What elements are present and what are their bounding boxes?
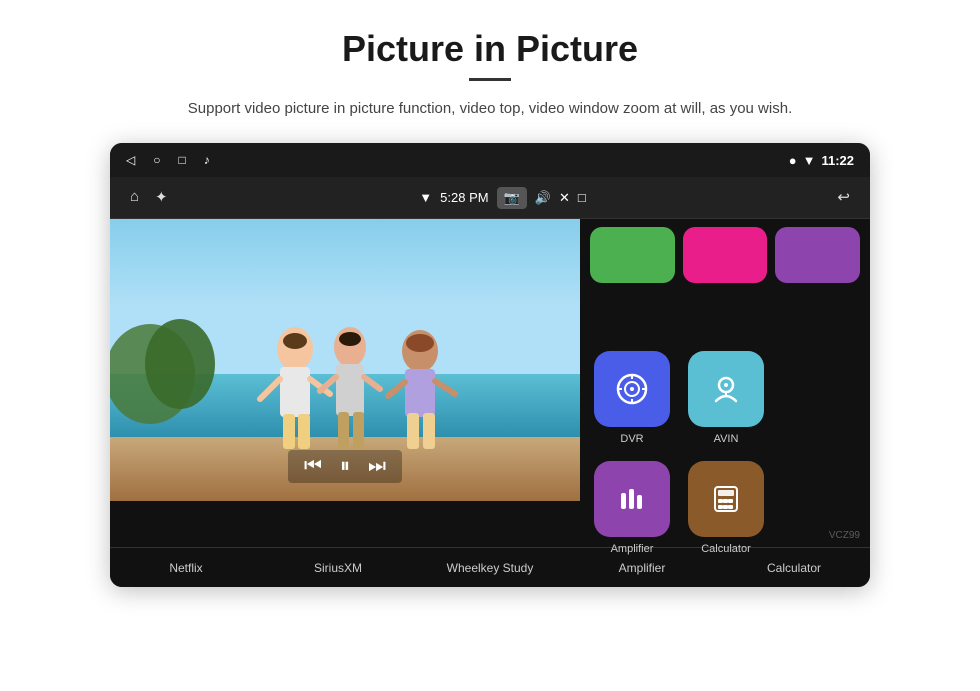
- nav-left: ⌂ ✦: [130, 188, 168, 207]
- nav-center: ▼ 5:28 PM 📷 🔊 ✕ □: [419, 187, 585, 209]
- close-nav-icon[interactable]: ✕: [559, 190, 570, 206]
- amplifier-icon-svg: [614, 481, 650, 517]
- avin-icon-svg: [708, 371, 744, 407]
- dvr-icon-svg: [614, 371, 650, 407]
- top-apps-row: [590, 227, 860, 283]
- pip-pause-btn[interactable]: ⏸: [340, 455, 350, 478]
- recents-icon[interactable]: □: [178, 153, 185, 167]
- nav-right: ↩: [837, 188, 850, 207]
- calculator-icon-box: [688, 461, 764, 537]
- app-icons-row-2: Amplifier: [590, 461, 860, 555]
- pip-next-btn[interactable]: ⏭: [368, 455, 386, 478]
- avin-icon-box: [688, 351, 764, 427]
- bottom-label-wheelkey: Wheelkey Study: [414, 561, 566, 575]
- wifi-nav-icon: ▼: [419, 190, 432, 205]
- app-icons-row: DVR AVIN: [590, 351, 860, 445]
- bottom-label-netflix: Netflix: [110, 561, 262, 575]
- app-amplifier[interactable]: Amplifier: [590, 461, 674, 555]
- back-icon[interactable]: ◁: [126, 153, 135, 167]
- title-divider: [469, 78, 511, 81]
- page-title: Picture in Picture: [342, 28, 638, 70]
- watermark: VCZ99: [829, 530, 860, 541]
- statusbar-left: ◁ ○ □ ♪: [126, 153, 210, 167]
- dvr-icon-box: [594, 351, 670, 427]
- statusbar-right: ● ▼ 11:22: [789, 153, 854, 168]
- calculator-icon-svg: [708, 481, 744, 517]
- amplifier-icon-box: [594, 461, 670, 537]
- nav-bar: ⌂ ✦ ▼ 5:28 PM 📷 🔊 ✕ □ ↩: [110, 177, 870, 219]
- usb-icon: ✦: [155, 188, 168, 207]
- device-frame: ◁ ○ □ ♪ ● ▼ 11:22 ⌂ ✦ ▼ 5:28 PM 📷 🔊: [110, 143, 870, 587]
- music-icon: ♪: [204, 153, 210, 167]
- pip-overlay[interactable]: 📷 − + ✕ ⏮ ⏸ ⏭: [110, 219, 580, 501]
- bottom-label-calculator: Calculator: [718, 561, 870, 575]
- app-avin[interactable]: AVIN: [684, 351, 768, 445]
- app-placeholder-green[interactable]: [590, 227, 675, 283]
- nav-time: 5:28 PM: [440, 190, 488, 205]
- location-pin-icon: ●: [789, 153, 797, 168]
- bottom-label-amplifier: Amplifier: [566, 561, 718, 575]
- status-time: 11:22: [821, 153, 854, 168]
- app-placeholder-pink[interactable]: [683, 227, 768, 283]
- camera-button[interactable]: 📷: [497, 187, 527, 209]
- app-calculator[interactable]: Calculator: [684, 461, 768, 555]
- app-placeholder-purple[interactable]: [775, 227, 860, 283]
- avin-label: AVIN: [714, 433, 739, 445]
- subtitle: Support video picture in picture functio…: [188, 97, 792, 121]
- app-dvr[interactable]: DVR: [590, 351, 674, 445]
- page-wrapper: Picture in Picture Support video picture…: [0, 0, 980, 691]
- pip-prev-btn[interactable]: ⏮: [304, 455, 322, 478]
- wifi-icon: ▼: [803, 153, 816, 168]
- volume-icon[interactable]: 🔊: [535, 190, 551, 206]
- app-grid-area: DVR AVIN: [580, 219, 870, 547]
- android-statusbar: ◁ ○ □ ♪ ● ▼ 11:22: [110, 143, 870, 177]
- home-nav-icon[interactable]: ⌂: [130, 189, 139, 206]
- amplifier-label: Amplifier: [611, 543, 654, 555]
- home-icon[interactable]: ○: [153, 153, 160, 167]
- bottom-label-siriusxm: SiriusXM: [262, 561, 414, 575]
- calculator-label: Calculator: [701, 543, 751, 555]
- main-content: 📷 − + ✕ ⏮ ⏸ ⏭: [110, 219, 870, 547]
- window-icon[interactable]: □: [578, 190, 586, 205]
- dvr-label: DVR: [620, 433, 643, 445]
- back-nav-icon[interactable]: ↩: [837, 188, 850, 207]
